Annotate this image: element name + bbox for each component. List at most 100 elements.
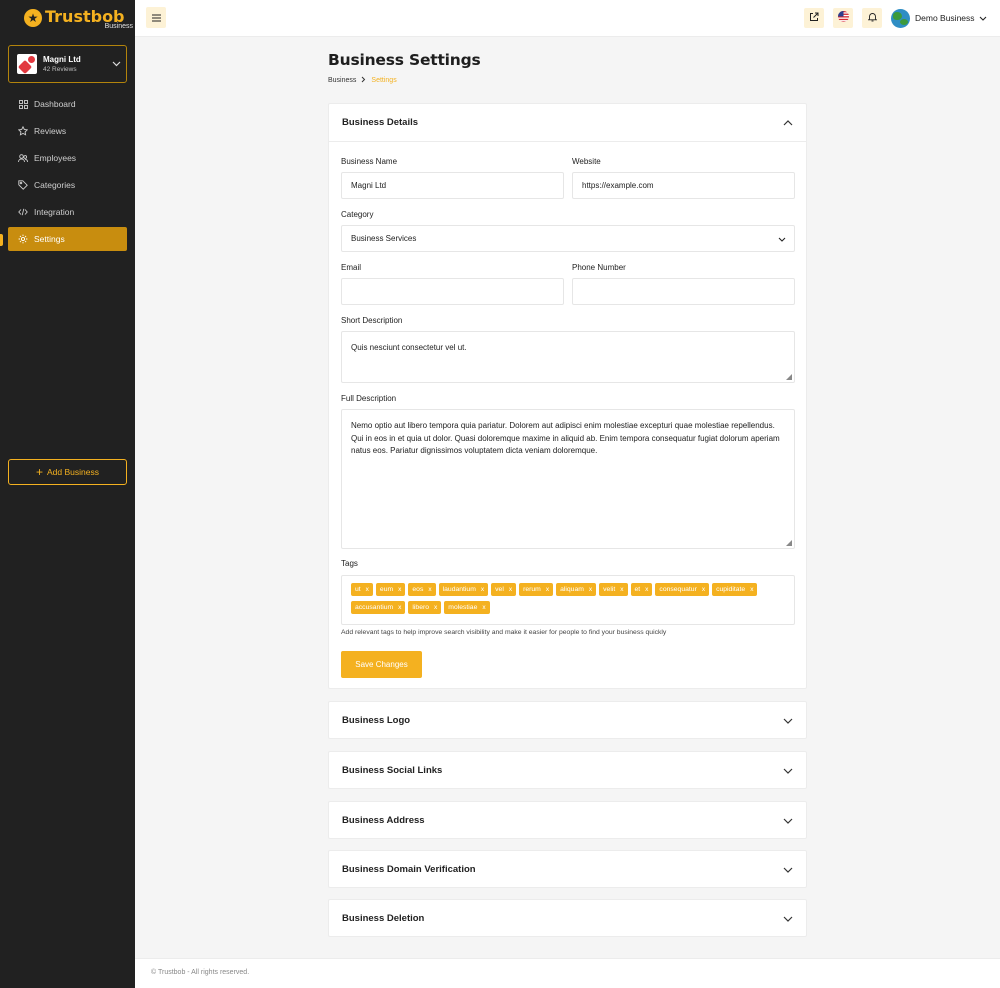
- star-icon: ★: [24, 9, 42, 27]
- remove-tag-button[interactable]: x: [434, 604, 437, 611]
- remove-tag-button[interactable]: x: [589, 586, 592, 593]
- chevron-right-icon: [361, 76, 366, 85]
- business-name-input[interactable]: Magni Ltd: [341, 172, 564, 199]
- chevron-down-icon: [979, 14, 987, 23]
- full-description-textarea[interactable]: Nemo optio aut libero tempora quia paria…: [341, 409, 795, 549]
- remove-tag-button[interactable]: x: [702, 586, 705, 593]
- brand-logo[interactable]: ★ Trustbob Business: [24, 7, 135, 31]
- breadcrumb-business[interactable]: Business: [328, 77, 356, 84]
- business-address-card: Business Address: [328, 801, 807, 839]
- external-link-icon: [809, 9, 819, 27]
- code-icon: [18, 207, 28, 217]
- resize-handle-icon[interactable]: [786, 374, 792, 380]
- full-description-label: Full Description: [341, 394, 397, 403]
- chevron-down-icon: [778, 235, 786, 244]
- sidebar-item-integration[interactable]: Integration: [8, 200, 127, 224]
- tags-input[interactable]: ut x eum x eos x laudantium x vel x rerum x al…: [341, 575, 795, 625]
- business-deletion-header[interactable]: Business Deletion: [329, 900, 806, 937]
- business-social-links-header[interactable]: Business Social Links: [329, 752, 806, 789]
- tag-chip: laudantium x: [438, 583, 489, 596]
- language-button[interactable]: [833, 8, 853, 28]
- business-social-links-card: Business Social Links: [328, 751, 807, 789]
- tags-hint: Add relevant tags to help improve search…: [341, 629, 667, 636]
- add-business-label: Add Business: [47, 467, 99, 477]
- tag-chip: accusantium x: [351, 601, 406, 614]
- chevron-down-icon: [782, 765, 794, 777]
- card-title: Business Social Links: [342, 765, 443, 776]
- remove-tag-button[interactable]: x: [645, 586, 648, 593]
- business-domain-verification-header[interactable]: Business Domain Verification: [329, 851, 806, 888]
- topbar: Demo Business: [135, 0, 1000, 37]
- remove-tag-button[interactable]: x: [546, 586, 549, 593]
- sidebar-item-settings[interactable]: Settings: [8, 227, 127, 251]
- chevron-down-icon: [782, 864, 794, 876]
- category-label: Category: [341, 210, 374, 219]
- phone-input[interactable]: [572, 278, 795, 305]
- sidebar-item-label: Categories: [34, 180, 76, 190]
- save-changes-button[interactable]: Save Changes: [341, 651, 422, 678]
- tag-chip: et x: [630, 583, 653, 596]
- card-title: Business Logo: [342, 715, 411, 726]
- star-icon: [18, 126, 28, 136]
- external-link-button[interactable]: [804, 8, 824, 28]
- notifications-button[interactable]: [862, 8, 882, 28]
- us-flag-icon: [837, 9, 849, 27]
- add-business-button[interactable]: + Add Business: [8, 459, 127, 485]
- plus-icon: +: [36, 465, 44, 479]
- breadcrumb-settings: Settings: [371, 77, 397, 84]
- tag-chip: cupiditate x: [712, 583, 758, 596]
- phone-label: Phone Number: [572, 263, 626, 272]
- business-switcher-name: Magni Ltd: [43, 55, 81, 64]
- business-switcher[interactable]: Magni Ltd 42 Reviews: [8, 45, 127, 83]
- tags-label: Tags: [341, 559, 358, 568]
- website-input[interactable]: https://example.com: [572, 172, 795, 199]
- category-select[interactable]: Business Services: [341, 225, 795, 252]
- sidebar-nav: Dashboard Reviews Employees Categories I…: [8, 92, 127, 254]
- menu-toggle-button[interactable]: [146, 7, 166, 28]
- business-details-header[interactable]: Business Details: [329, 104, 806, 141]
- remove-tag-button[interactable]: x: [428, 586, 431, 593]
- resize-handle-icon[interactable]: [786, 540, 792, 546]
- website-label: Website: [572, 157, 601, 166]
- tag-chip: aliquam x: [556, 583, 597, 596]
- remove-tag-button[interactable]: x: [481, 586, 484, 593]
- business-logo: [17, 54, 37, 74]
- avatar: [891, 8, 910, 28]
- sidebar-item-dashboard[interactable]: Dashboard: [8, 92, 127, 116]
- remove-tag-button[interactable]: x: [750, 586, 753, 593]
- short-description-textarea[interactable]: Quis nesciunt consectetur vel ut.: [341, 331, 795, 383]
- remove-tag-button[interactable]: x: [509, 586, 512, 593]
- hamburger-icon: [151, 9, 161, 27]
- brand-sub: Business: [104, 23, 133, 30]
- remove-tag-button[interactable]: x: [620, 586, 623, 593]
- card-title: Business Deletion: [342, 913, 425, 924]
- active-marker: [0, 234, 3, 246]
- remove-tag-button[interactable]: x: [366, 586, 369, 593]
- business-address-header[interactable]: Business Address: [329, 802, 806, 839]
- card-title: Business Domain Verification: [342, 864, 476, 875]
- email-input[interactable]: [341, 278, 564, 305]
- bell-icon: [867, 9, 877, 27]
- full-description-value: Nemo optio aut libero tempora quia paria…: [351, 421, 780, 455]
- user-menu[interactable]: Demo Business: [891, 8, 987, 28]
- sidebar-item-employees[interactable]: Employees: [8, 146, 127, 170]
- short-description-label: Short Description: [341, 316, 403, 325]
- business-domain-verification-card: Business Domain Verification: [328, 850, 807, 888]
- sidebar-item-categories[interactable]: Categories: [8, 173, 127, 197]
- chevron-up-icon: [782, 117, 794, 129]
- sidebar-item-label: Dashboard: [34, 99, 76, 109]
- business-logo-header[interactable]: Business Logo: [329, 702, 806, 739]
- remove-tag-button[interactable]: x: [398, 586, 401, 593]
- sidebar: ★ Trustbob Business Magni Ltd 42 Reviews…: [0, 0, 135, 988]
- tag-chip: eum x: [375, 583, 406, 596]
- chevron-down-icon: [782, 715, 794, 727]
- breadcrumb: Business Settings: [328, 76, 397, 85]
- remove-tag-button[interactable]: x: [482, 604, 485, 611]
- footer: © Trustbob - All rights reserved.: [135, 958, 1000, 988]
- remove-tag-button[interactable]: x: [398, 604, 401, 611]
- card-title: Business Details: [342, 117, 419, 128]
- chevron-down-icon: [782, 815, 794, 827]
- card-title: Business Address: [342, 815, 425, 826]
- sidebar-item-reviews[interactable]: Reviews: [8, 119, 127, 143]
- tag-chip: molestiae x: [444, 601, 490, 614]
